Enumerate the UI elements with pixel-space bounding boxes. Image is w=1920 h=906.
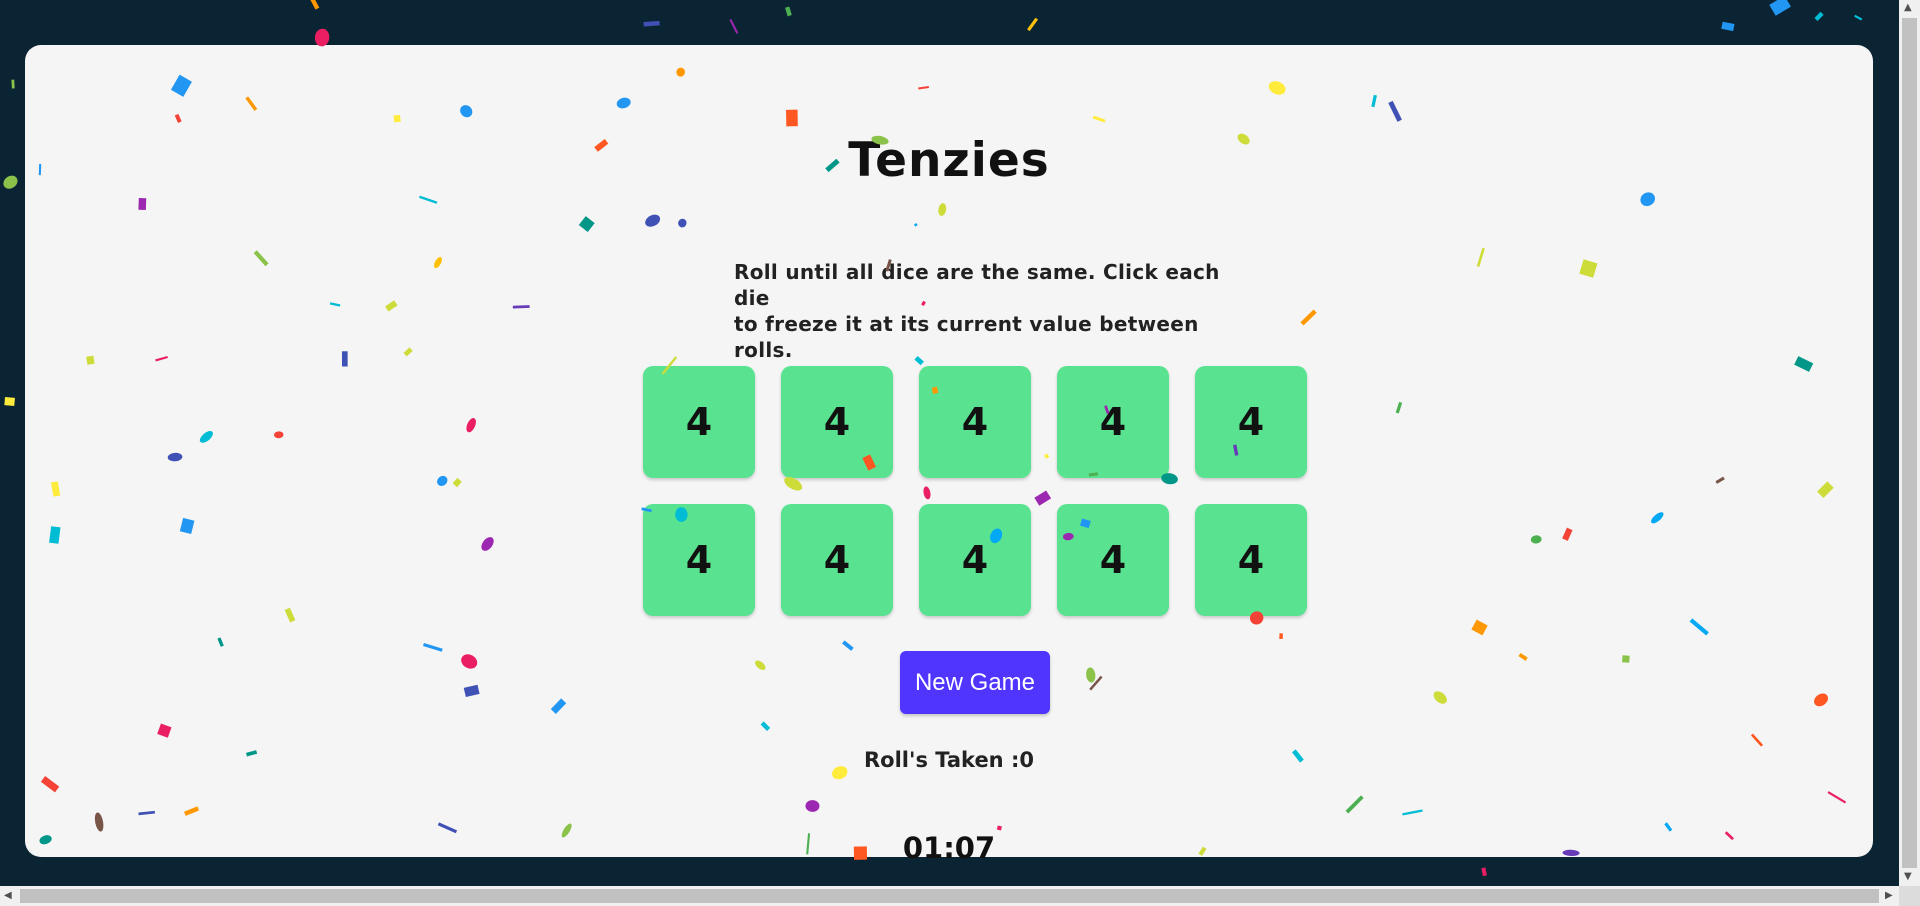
game-timer: 01:07 — [902, 831, 996, 865]
die-1[interactable]: 4 — [643, 366, 755, 478]
dice-grid: 4 4 4 4 4 4 4 4 4 4 — [643, 366, 1307, 616]
confetti-piece — [1769, 0, 1791, 16]
instructions-line-1: Roll until all dice are the same. Click … — [734, 260, 1220, 310]
scroll-right-arrow-icon[interactable]: ▶ — [1885, 891, 1893, 901]
scroll-down-arrow-icon[interactable]: ▼ — [1904, 872, 1912, 882]
confetti-piece — [1854, 14, 1863, 21]
confetti-piece — [11, 79, 15, 89]
scroll-left-arrow-icon[interactable]: ◀ — [4, 891, 12, 901]
new-game-button[interactable]: New Game — [900, 651, 1050, 714]
page-viewport: Tenzies Roll until all dice are the same… — [0, 0, 1899, 886]
horizontal-scrollbar-thumb[interactable] — [20, 889, 1879, 903]
confetti-piece — [3, 175, 18, 189]
die-4[interactable]: 4 — [1057, 366, 1169, 478]
confetti-piece — [643, 20, 660, 27]
game-instructions: Roll until all dice are the same. Click … — [734, 259, 1234, 363]
vertical-scrollbar[interactable]: ▲ ▼ — [1899, 0, 1920, 886]
die-6[interactable]: 4 — [643, 504, 755, 616]
confetti-piece — [1814, 11, 1824, 22]
horizontal-scrollbar[interactable]: ◀ ▶ — [0, 886, 1899, 906]
rolls-taken-counter: Roll's Taken :0 — [864, 748, 1034, 772]
game-card: Tenzies Roll until all dice are the same… — [25, 45, 1873, 865]
confetti-piece — [1721, 21, 1735, 32]
die-10[interactable]: 4 — [1195, 504, 1307, 616]
scrollbar-corner — [1899, 886, 1920, 906]
vertical-scrollbar-thumb[interactable] — [1902, 18, 1917, 868]
confetti-piece — [308, 0, 320, 10]
confetti-piece — [785, 6, 792, 17]
confetti-piece — [4, 396, 15, 407]
die-7[interactable]: 4 — [781, 504, 893, 616]
confetti-piece — [729, 18, 739, 34]
scroll-up-arrow-icon[interactable]: ▲ — [1904, 3, 1912, 13]
die-9[interactable]: 4 — [1057, 504, 1169, 616]
die-2[interactable]: 4 — [781, 366, 893, 478]
die-5[interactable]: 4 — [1195, 366, 1307, 478]
die-8[interactable]: 4 — [919, 504, 1031, 616]
die-3[interactable]: 4 — [919, 366, 1031, 478]
confetti-piece — [1027, 17, 1039, 32]
game-title: Tenzies — [848, 133, 1050, 188]
confetti-piece — [1481, 867, 1487, 877]
instructions-line-2: to freeze it at its current value betwee… — [734, 312, 1199, 362]
